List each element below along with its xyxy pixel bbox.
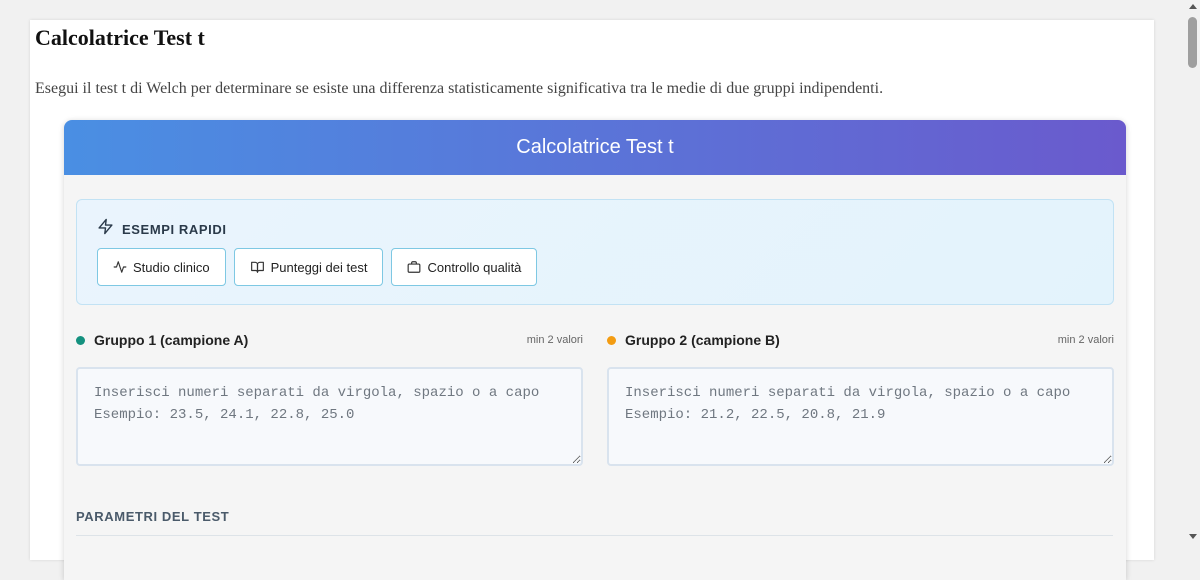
- group-1-header: Gruppo 1 (campione A) min 2 valori: [76, 331, 583, 349]
- group-1-section: Gruppo 1 (campione A) min 2 valori: [76, 331, 583, 466]
- page-container: Calcolatrice Test t Esegui il test t di …: [30, 20, 1154, 580]
- group-1-color-dot: [76, 335, 85, 345]
- group-1-values-input[interactable]: [76, 367, 583, 466]
- example-button-label: Controllo qualità: [427, 259, 522, 275]
- example-clinical-study-button[interactable]: Studio clinico: [97, 248, 226, 286]
- calculator-card: Calcolatrice Test t ESEMPI RAPIDI Studio…: [64, 120, 1126, 580]
- page-scrollbar[interactable]: [1185, 0, 1200, 543]
- calculator-header-title: Calcolatrice Test t: [516, 136, 674, 158]
- group-2-min-note: min 2 valori: [1057, 334, 1114, 346]
- scrollbar-thumb[interactable]: [1188, 17, 1197, 68]
- group-1-min-note: min 2 valori: [526, 334, 583, 346]
- group-2-color-dot: [607, 335, 616, 345]
- example-button-label: Punteggi dei test: [270, 259, 368, 275]
- activity-icon: [113, 260, 127, 274]
- book-icon: [250, 260, 265, 274]
- group-2-header: Gruppo 2 (campione B) min 2 valori: [607, 331, 1114, 349]
- example-test-scores-button[interactable]: Punteggi dei test: [233, 248, 384, 286]
- example-buttons: Studio clinico Punteggi dei test Control…: [97, 248, 538, 286]
- quick-examples-panel: ESEMPI RAPIDI Studio clinico Punteggi de…: [76, 199, 1114, 305]
- page-description: Esegui il test t di Welch per determinar…: [35, 80, 884, 97]
- divider: [76, 535, 1113, 536]
- group-2-values-input[interactable]: [607, 367, 1114, 466]
- scroll-up-arrow-icon[interactable]: [1189, 4, 1197, 9]
- calculator-header: Calcolatrice Test t: [64, 120, 1126, 175]
- briefcase-icon: [407, 260, 421, 274]
- group-1-title: Gruppo 1 (campione A): [94, 332, 249, 348]
- quick-examples-label: ESEMPI RAPIDI: [122, 221, 227, 237]
- page-title: Calcolatrice Test t: [35, 25, 205, 50]
- group-2-section: Gruppo 2 (campione B) min 2 valori: [607, 331, 1114, 466]
- group-2-title: Gruppo 2 (campione B): [625, 332, 780, 348]
- example-button-label: Studio clinico: [133, 259, 210, 275]
- lightning-icon: [97, 218, 114, 240]
- test-parameters-title: PARAMETRI DEL TEST: [76, 509, 230, 524]
- example-quality-control-button[interactable]: Controllo qualità: [391, 248, 538, 286]
- scroll-down-arrow-icon[interactable]: [1189, 534, 1197, 539]
- quick-examples-heading: ESEMPI RAPIDI: [97, 218, 227, 240]
